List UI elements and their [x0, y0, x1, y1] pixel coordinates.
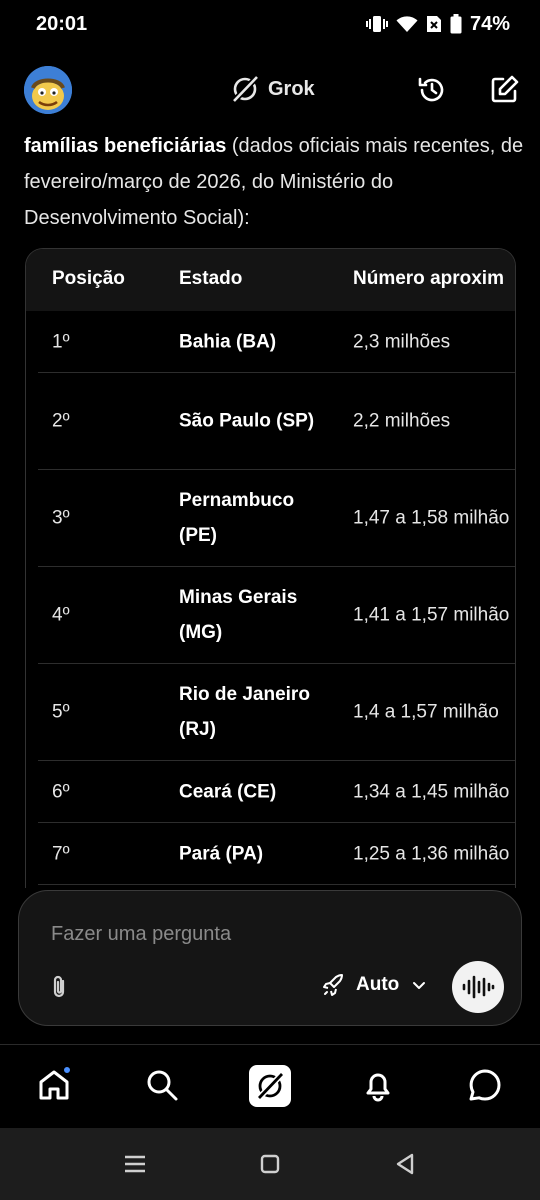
row-number: 1,34 a 1,45 milhão: [353, 781, 510, 802]
row-number: 1,41 a 1,57 milhão: [353, 604, 510, 626]
row-position: 1º: [52, 331, 70, 352]
recents-icon[interactable]: [121, 1150, 149, 1178]
header-position: Posição: [52, 268, 125, 289]
row-position: 7º: [52, 843, 70, 864]
row-number: 1,4 a 1,57 milhão: [353, 701, 499, 723]
bottom-tab-bar: [0, 1044, 540, 1128]
bell-icon: [366, 1073, 390, 1102]
table-row: 4º Minas Gerais (MG) 1,41 a 1,57 milhão: [38, 567, 515, 664]
table-row: 3º Pernambuco (PE) 1,47 a 1,58 milhão: [38, 470, 515, 567]
avatar-cartoon-icon: [24, 66, 72, 114]
wifi-icon: [396, 16, 418, 32]
status-time: 20:01: [36, 12, 88, 35]
rocket-icon: [323, 974, 343, 996]
voice-waveform-icon: [462, 975, 495, 999]
voice-button[interactable]: [452, 961, 504, 1013]
table-row: 1º Bahia (BA) 2,3 milhões: [38, 311, 515, 373]
header-number: Número aproxim: [353, 268, 504, 289]
row-position: 2º: [52, 410, 70, 432]
tab-grok[interactable]: [249, 1065, 291, 1107]
composer[interactable]: Fazer uma pergunta Auto: [18, 890, 522, 1026]
paperclip-icon[interactable]: [45, 973, 73, 1001]
new-chat-icon[interactable]: [488, 74, 520, 106]
mode-label: Auto: [356, 974, 400, 995]
table-row: 7º Pará (PA) 1,25 a 1,36 milhão: [38, 823, 515, 885]
row-state: Minas Gerais (MG): [179, 587, 298, 643]
table-header: Posição Estado Número aproxim: [26, 249, 515, 311]
brand-name: Grok: [268, 77, 315, 100]
question-input[interactable]: Fazer uma pergunta: [51, 923, 231, 946]
notification-dot: [62, 1065, 72, 1075]
grok-logo-icon: [231, 74, 260, 104]
battery-percent: 74%: [469, 12, 510, 35]
chevron-down-icon: [413, 982, 426, 989]
row-state: São Paulo (SP): [179, 410, 315, 432]
table-row: 6º Ceará (CE) 1,34 a 1,45 milhão: [38, 761, 515, 823]
avatar[interactable]: [24, 66, 72, 114]
history-icon[interactable]: [416, 74, 448, 106]
table-row: 2º São Paulo (SP) 2,2 milhões: [38, 373, 515, 470]
vibrate-icon: [365, 16, 388, 32]
back-icon[interactable]: [391, 1150, 419, 1178]
row-state: Ceará (CE): [179, 781, 277, 802]
tab-notifications[interactable]: [358, 1065, 398, 1105]
search-icon: [147, 1070, 178, 1101]
response-text: famílias beneficiárias (dados oficiais m…: [24, 128, 524, 236]
row-position: 6º: [52, 781, 70, 802]
status-bar: 20:01 74%: [0, 0, 540, 48]
row-state: Rio de Janeiro (RJ): [179, 684, 310, 740]
row-number: 1,25 a 1,36 milhão: [353, 843, 510, 864]
row-state: Pará (PA): [179, 843, 264, 864]
tab-messages[interactable]: [465, 1065, 505, 1105]
battery-icon: [450, 14, 462, 34]
row-position: 3º: [52, 507, 70, 529]
row-number: 2,2 milhões: [353, 410, 451, 432]
tab-home[interactable]: [34, 1065, 74, 1105]
home-nav-icon[interactable]: [256, 1150, 284, 1178]
response-bold: famílias beneficiárias: [24, 135, 227, 157]
grok-logo-icon: [256, 1071, 285, 1101]
ranking-table[interactable]: Posição Estado Número aproxim 1º Bahia (…: [25, 248, 516, 888]
row-number: 1,47 a 1,58 milhão: [353, 507, 510, 529]
row-state: Pernambuco (PE): [179, 490, 295, 546]
system-nav-bar: [0, 1128, 540, 1200]
row-position: 5º: [52, 701, 70, 723]
app-header: Grok: [0, 58, 540, 122]
chat-bubble-icon: [469, 1069, 501, 1101]
tab-search[interactable]: [142, 1065, 182, 1105]
grok-brand: Grok: [230, 74, 315, 104]
row-position: 4º: [52, 604, 70, 626]
sim-off-icon: [426, 16, 441, 32]
table-row: 5º Rio de Janeiro (RJ) 1,4 a 1,57 milhão: [38, 664, 515, 761]
row-state: Bahia (BA): [179, 331, 277, 352]
header-state: Estado: [179, 268, 243, 289]
mode-selector[interactable]: Auto: [322, 973, 429, 997]
row-number: 2,3 milhões: [353, 331, 451, 352]
